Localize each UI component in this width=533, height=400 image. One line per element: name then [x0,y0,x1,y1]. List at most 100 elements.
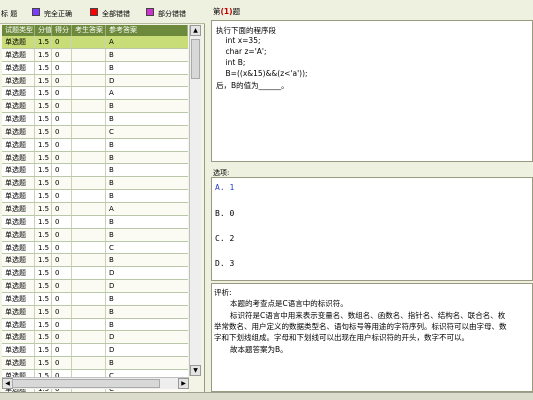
row-got: 0 [52,138,72,151]
row-answer [72,48,106,61]
row-answer [72,228,106,241]
row-answer [72,357,106,369]
table-row[interactable]: 单选题 1.5 0 D [2,267,188,281]
scroll-down-button[interactable]: ▼ [190,365,201,376]
table-row[interactable]: 单选题1.50 B [2,61,188,75]
row-ref: B [109,192,114,201]
row-answer [72,202,106,215]
explanation-line: 本题的考查点是C语言中的标识符。 [230,299,348,308]
row-answer [72,113,106,125]
row-got: 0 [52,228,72,241]
row-ref: B [109,50,114,59]
row-answer [72,305,106,318]
row-ref: B [109,217,114,226]
table-row[interactable]: 单选题1.50 C [2,125,188,139]
row-got: 0 [52,177,72,190]
table-row[interactable]: 单选题1.50 C [2,241,188,255]
horizontal-scroll-thumb[interactable] [12,379,160,388]
table-row[interactable]: 单选题1.50 B [2,228,188,242]
question-number: (1) [220,7,233,16]
scroll-up-button[interactable]: ▲ [190,25,201,36]
row-score: 1.5 [35,36,52,48]
col-header-score[interactable]: 分值 [35,25,52,36]
row-got: 0 [52,331,72,344]
table-row[interactable]: 单选题 1.5 0 D [2,344,188,358]
explanation-label: 评析: [214,288,232,297]
table-row[interactable]: 单选题 1.5 0 A [2,36,188,49]
table-row[interactable]: 单选题1.50 B [2,48,188,62]
row-answer [72,254,106,267]
vertical-scroll-thumb[interactable] [191,39,200,79]
question-panel: 执行下面的程序段 int x=35; char z='A'; int B; B=… [211,20,533,162]
row-got: 0 [52,305,72,318]
row-score: 1.5 [35,215,52,228]
table-row[interactable]: 单选题1.50 B [2,138,188,152]
col-header-got[interactable]: 得分 [52,25,72,36]
option-c[interactable]: C. 2 [215,234,234,243]
table-row[interactable]: 单选题1.50 B [2,151,188,165]
col-header-ref[interactable]: 参考答案 [106,25,188,36]
col-header-answer[interactable]: 考生答案 [72,25,106,36]
explanation-panel: 评析: 本题的考查点是C语言中的标识符。 标识符是C语言中用来表示变量名、数组名… [211,283,533,392]
row-answer [72,344,106,357]
table-row[interactable]: 单选题1.50 B [2,100,188,114]
row-ref: D [109,76,115,85]
question-suffix: 题 [232,7,241,16]
question-line: 执行下面的程序段 [216,26,276,35]
table-row[interactable]: 单选题 1.5 0 A [2,202,188,216]
row-ref: B [109,115,114,124]
vertical-scrollbar[interactable]: ▲ ▼ [189,25,201,376]
table-row[interactable]: 单选题 1.5 0 A [2,87,188,101]
row-score: 1.5 [35,292,52,305]
table-row[interactable]: 单选题1.50 B [2,305,188,319]
option-d[interactable]: D. 3 [215,259,234,268]
row-score: 1.5 [35,241,52,254]
row-answer [72,215,106,228]
row-score: 1.5 [35,125,52,138]
row-score: 1.5 [35,138,52,151]
table-row[interactable]: 单选题1.50 B [2,190,188,203]
option-b[interactable]: B. 0 [215,209,234,218]
row-ref: B [109,140,114,149]
table-row[interactable]: 单选题1.50 B [2,177,188,191]
table-row[interactable]: 单选题1.50 B [2,164,188,178]
row-ref: D [109,346,115,355]
question-line: 后，B的值为______。 [216,81,289,90]
row-got: 0 [52,100,72,113]
row-type: 单选题 [2,48,35,61]
table-row[interactable]: 单选题1.50 B [2,254,188,268]
table-row[interactable]: 单选题 1.5 0 D [2,280,188,293]
row-type: 单选题 [2,113,35,125]
row-got: 0 [52,164,72,177]
table-row[interactable]: 单选题1.50 B [2,318,188,332]
row-answer [72,36,106,48]
row-score: 1.5 [35,151,52,164]
question-prefix: 第 [213,7,221,16]
row-type: 单选题 [2,318,35,331]
table-row[interactable]: 单选题1.50 B [2,113,188,126]
horizontal-scrollbar[interactable]: ◀ ▶ [2,377,189,389]
table-row[interactable]: 单选题1.50 B [2,292,188,306]
table-row[interactable]: 单选题 1.5 0 D [2,331,188,345]
col-header-type[interactable]: 试题类型 [2,25,35,36]
row-got: 0 [52,318,72,331]
row-type: 单选题 [2,305,35,318]
correct-swatch [32,8,40,16]
row-ref: B [109,63,114,72]
row-ref: C [109,127,114,136]
scroll-right-button[interactable]: ▶ [178,378,189,389]
row-answer [72,138,106,151]
table-row[interactable]: 单选题1.50 B [2,357,188,370]
row-score: 1.5 [35,202,52,215]
row-score: 1.5 [35,344,52,357]
row-type: 单选题 [2,254,35,267]
option-a[interactable]: A. 1 [215,183,234,192]
table-row[interactable]: 单选题 1.5 0 D [2,74,188,88]
row-answer [72,125,106,138]
row-score: 1.5 [35,87,52,100]
table-row[interactable]: 单选题1.50 B [2,215,188,229]
row-ref: B [109,179,114,188]
row-type: 单选题 [2,36,35,48]
row-got: 0 [52,292,72,305]
row-type: 单选题 [2,292,35,305]
